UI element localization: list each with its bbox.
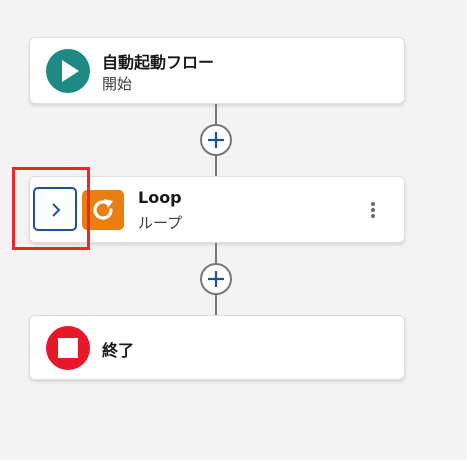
end-node-title: 終了 <box>102 341 135 360</box>
expand-loop-button[interactable] <box>33 187 77 231</box>
start-node-card[interactable]: 自動起動フロー 開始 <box>29 37 405 104</box>
start-node-title: 自動起動フロー <box>102 53 215 72</box>
add-element-button[interactable] <box>200 124 232 156</box>
more-vertical-icon <box>371 202 375 206</box>
play-icon <box>46 49 90 93</box>
loop-node-subtitle: ループ <box>138 214 183 232</box>
loop-icon <box>82 190 124 230</box>
loop-node-title: Loop <box>138 188 182 207</box>
more-options-menu[interactable] <box>363 197 383 223</box>
chevron-right-icon <box>52 203 61 217</box>
add-element-button[interactable] <box>200 263 232 295</box>
stop-icon <box>46 326 90 370</box>
start-node-subtitle: 開始 <box>102 75 133 93</box>
plus-icon <box>208 132 224 148</box>
plus-icon <box>208 271 224 287</box>
end-node-card[interactable]: 終了 <box>29 315 405 380</box>
